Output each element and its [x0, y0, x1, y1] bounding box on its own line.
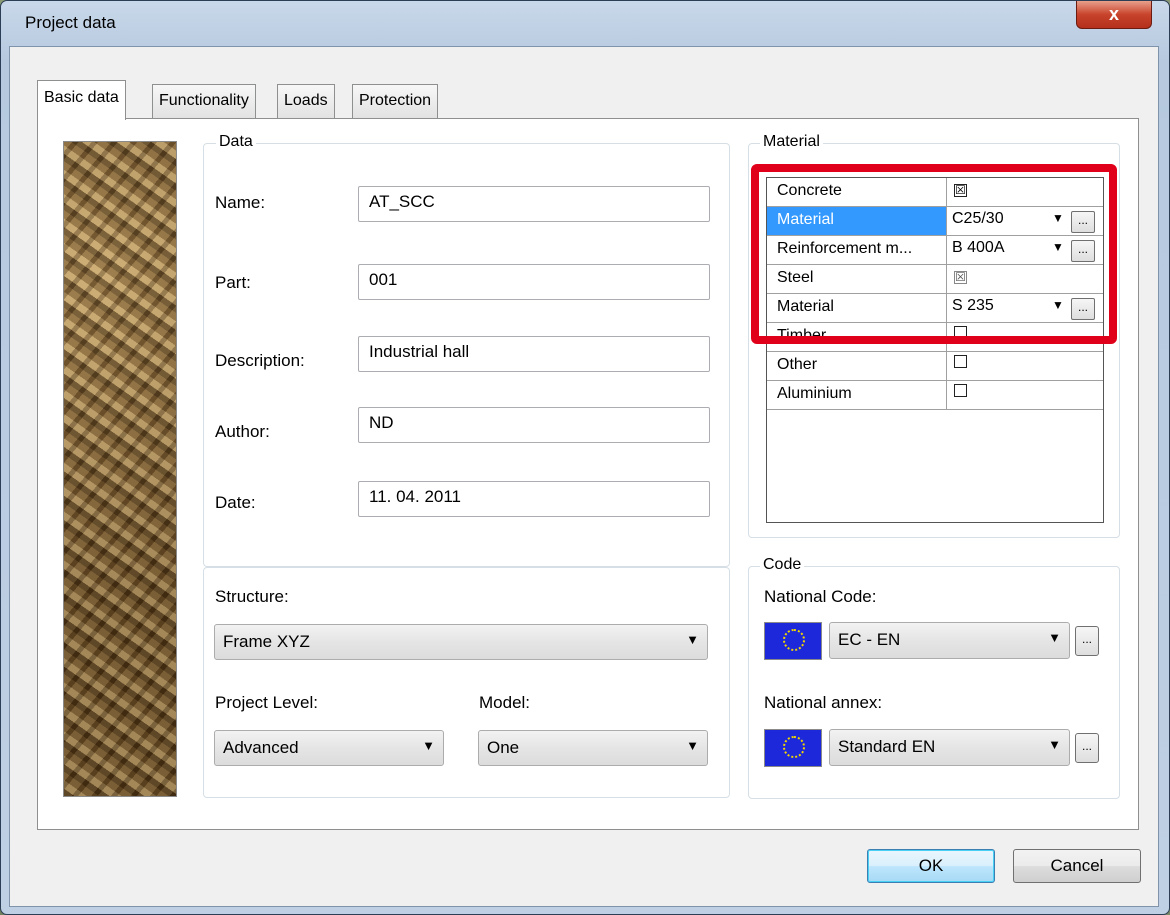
national-annex-browse-button[interactable]: ...: [1075, 733, 1099, 763]
model-label: Model:: [479, 693, 531, 712]
national-code-label: National Code:: [764, 587, 877, 606]
date-label: Date:: [215, 493, 256, 512]
reinforcement-value: B 400A: [952, 239, 1005, 256]
author-input[interactable]: ND: [358, 407, 710, 443]
cancel-button[interactable]: Cancel: [1013, 849, 1141, 883]
national-code-value: EC - EN: [838, 630, 901, 649]
grid-row-reinforcement[interactable]: Reinforcement m... B 400A ▼ ...: [767, 236, 1103, 265]
model-dropdown[interactable]: One ▼: [478, 730, 708, 766]
material-group-title: Material: [760, 133, 823, 151]
name-input[interactable]: AT_SCC: [358, 186, 710, 222]
project-level-value: Advanced: [223, 738, 299, 757]
author-label: Author:: [215, 422, 270, 441]
grid-row-steel-material[interactable]: Material S 235 ▼ ...: [767, 294, 1103, 323]
concrete-checkbox[interactable]: ☒: [954, 184, 967, 197]
chevron-down-icon: ▼: [1052, 211, 1064, 225]
grid-row-label: Timber: [767, 323, 947, 351]
reinforcement-dropdown[interactable]: B 400A ▼: [948, 238, 1068, 262]
chevron-down-icon: ▼: [1048, 630, 1061, 645]
aluminium-checkbox[interactable]: [954, 384, 967, 397]
reinforcement-browse-button[interactable]: ...: [1071, 240, 1095, 262]
grid-row-label: Other: [767, 352, 947, 380]
close-button[interactable]: x: [1076, 1, 1152, 29]
national-annex-label: National annex:: [764, 693, 883, 712]
project-level-dropdown[interactable]: Advanced ▼: [214, 730, 444, 766]
structure-value: Frame XYZ: [223, 632, 310, 651]
chevron-down-icon: ▼: [686, 632, 699, 647]
other-checkbox[interactable]: [954, 355, 967, 368]
chevron-down-icon: ▼: [1052, 240, 1064, 254]
grid-row-concrete-material[interactable]: Material C25/30 ▼ ...: [767, 207, 1103, 236]
national-code-dropdown[interactable]: EC - EN ▼: [829, 622, 1070, 659]
date-input[interactable]: 11. 04. 2011: [358, 481, 710, 517]
steel-material-dropdown[interactable]: S 235 ▼: [948, 296, 1068, 320]
project-level-label: Project Level:: [215, 693, 318, 712]
chevron-down-icon: ▼: [1048, 737, 1061, 752]
grid-row-label: Steel: [767, 265, 947, 293]
grid-row-label: Concrete: [767, 178, 947, 206]
grid-row-timber[interactable]: Timber: [767, 323, 1103, 352]
eu-flag-icon: [764, 729, 822, 767]
chevron-down-icon: ▼: [422, 738, 435, 753]
timber-checkbox[interactable]: [954, 326, 967, 339]
structure-label: Structure:: [215, 587, 289, 606]
grid-row-label: Material: [767, 207, 947, 235]
name-label: Name:: [215, 193, 266, 212]
chevron-down-icon: ▼: [1052, 298, 1064, 312]
tab-loads[interactable]: Loads: [277, 84, 335, 118]
description-input[interactable]: Industrial hall: [358, 336, 710, 372]
structure-dropdown[interactable]: Frame XYZ ▼: [214, 624, 708, 660]
code-group-title: Code: [760, 556, 805, 574]
eu-flag-icon: [764, 622, 822, 660]
concrete-material-dropdown[interactable]: C25/30 ▼: [948, 209, 1068, 233]
tab-functionality[interactable]: Functionality: [152, 84, 256, 118]
tab-basic-data[interactable]: Basic data: [37, 80, 126, 120]
grid-row-label: Material: [767, 294, 947, 322]
steel-checkbox[interactable]: ☒: [954, 271, 967, 284]
concrete-material-value: C25/30: [952, 210, 1004, 227]
material-grid: Concrete ☒ Material C25/30 ▼ ... Reinfor…: [766, 177, 1104, 523]
grid-row-steel[interactable]: Steel ☒: [767, 265, 1103, 294]
model-value: One: [487, 738, 520, 757]
grid-row-other[interactable]: Other: [767, 352, 1103, 381]
part-label: Part:: [215, 273, 251, 292]
concrete-material-browse-button[interactable]: ...: [1071, 211, 1095, 233]
national-annex-value: Standard EN: [838, 737, 936, 756]
part-input[interactable]: 001: [358, 264, 710, 300]
grid-row-label: Aluminium: [767, 381, 947, 409]
data-group-title: Data: [216, 133, 256, 151]
grid-row-aluminium[interactable]: Aluminium: [767, 381, 1103, 410]
steel-material-value: S 235: [952, 297, 994, 314]
grid-row-concrete[interactable]: Concrete ☒: [767, 178, 1103, 207]
ok-button[interactable]: OK: [867, 849, 995, 883]
project-data-dialog: Project data x Basic data Functionality …: [0, 0, 1170, 915]
chevron-down-icon: ▼: [686, 738, 699, 753]
national-code-browse-button[interactable]: ...: [1075, 626, 1099, 656]
window-title: Project data: [25, 13, 116, 32]
grid-row-label: Reinforcement m...: [767, 236, 947, 264]
description-label: Description:: [215, 351, 305, 370]
tab-protection[interactable]: Protection: [352, 84, 439, 118]
decorative-texture-image: [63, 141, 177, 797]
steel-material-browse-button[interactable]: ...: [1071, 298, 1095, 320]
national-annex-dropdown[interactable]: Standard EN ▼: [829, 729, 1070, 766]
